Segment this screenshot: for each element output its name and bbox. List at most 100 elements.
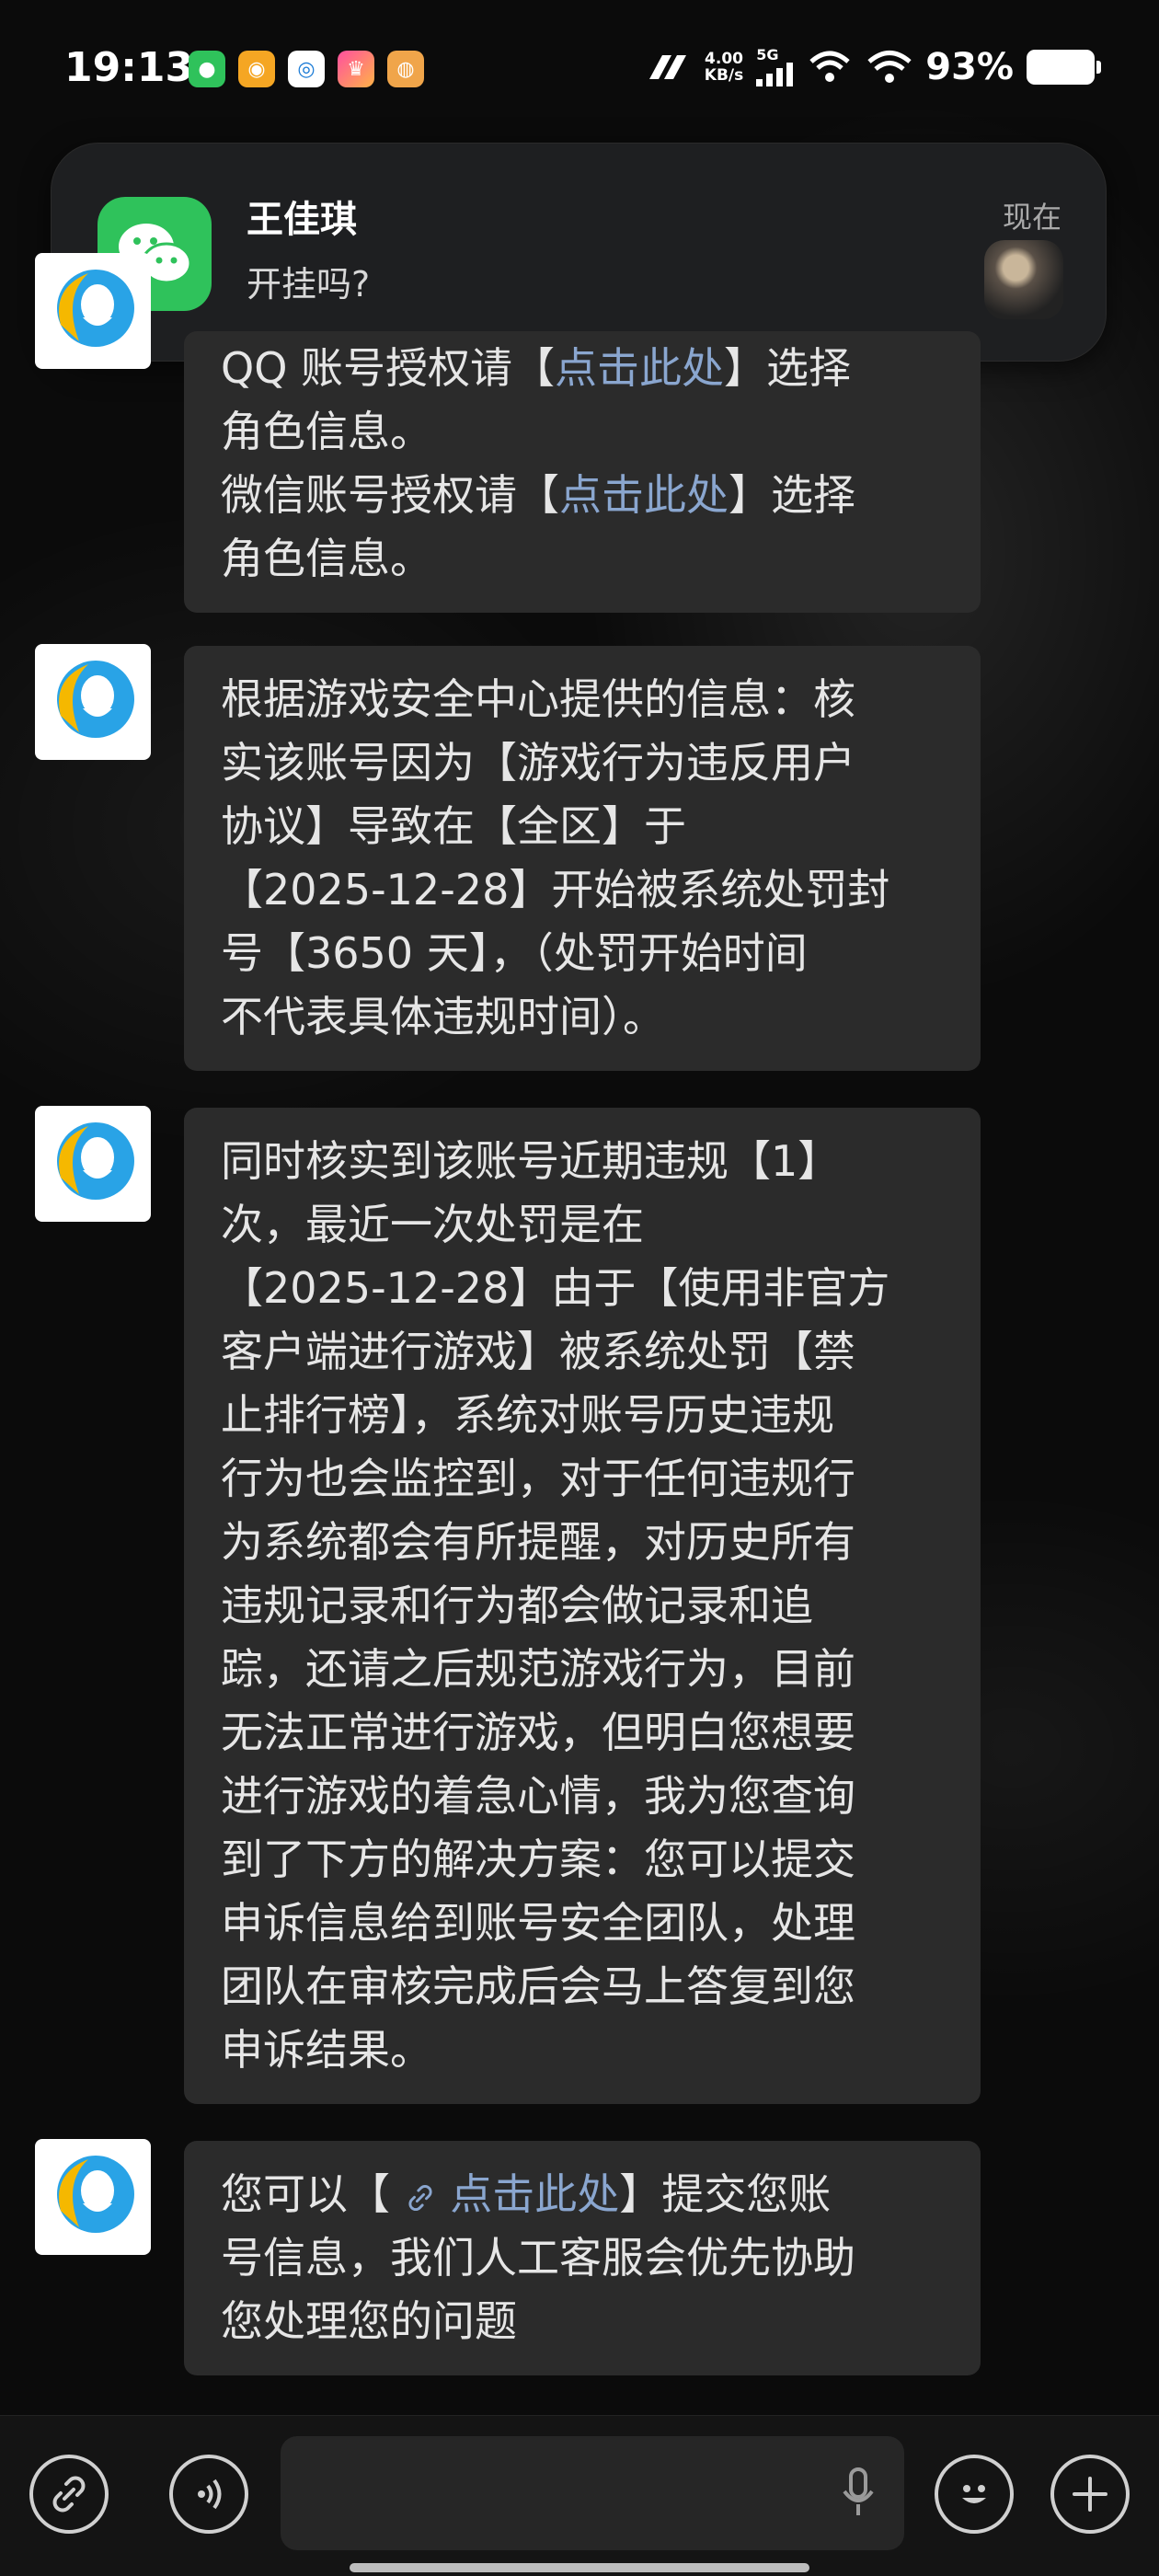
status-time: 19:13 — [64, 44, 194, 91]
battery-percent: 93% — [925, 46, 1014, 88]
status-app-icons: ● ◉ ◎ ♛ ◍ — [189, 51, 424, 87]
message-line: 协议】导致在【全区】于 — [221, 795, 944, 858]
message-text: 角色信息。 — [221, 534, 432, 583]
message-line: 团队在审核完成后会马上答复到您 — [221, 1955, 944, 2018]
sender-avatar — [984, 240, 1063, 319]
click-here-link[interactable]: 点击此处 — [559, 470, 729, 520]
message-text: 同时核实到该账号近期违规【1】 — [221, 1136, 841, 1186]
message-line: 进行游戏的着急心情，我为您查询 — [221, 1765, 944, 1828]
message-bubble: 您可以【 点击此处】提交您账号信息，我们人工客服会优先协助 您处理您的问题 — [184, 2141, 981, 2375]
qq-bot-avatar[interactable] — [35, 644, 151, 760]
message-line: 踪，还请之后规范游戏行为，目前 — [221, 1638, 944, 1701]
qq-bot-avatar[interactable] — [35, 253, 151, 369]
message-line: 止排行榜】，系统对账号历史违规 — [221, 1384, 944, 1447]
emoji-icon — [962, 2485, 986, 2503]
message-line: 根据游戏安全中心提供的信息：核 — [221, 668, 944, 731]
message-line: QQ 账号授权请【点击此处】选择 — [221, 337, 944, 400]
network-type: 5G — [756, 46, 779, 63]
message-line: 角色信息。 — [221, 400, 944, 464]
message-text: 】提交您账 — [619, 2169, 832, 2219]
click-here-link[interactable]: 点击此处 — [450, 2169, 619, 2219]
message-text: 您处理您的问题 — [221, 2296, 517, 2346]
qq-bot-avatar[interactable] — [35, 1106, 151, 1222]
message-line: 微信账号授权请【点击此处】选择 — [221, 464, 944, 527]
message-text: 团队在审核完成后会马上答复到您 — [221, 1961, 855, 2011]
message-bubble: 根据游戏安全中心提供的信息：核实该账号因为【游戏行为违反用户 协议】导致在【全区】… — [184, 646, 981, 1071]
input-bar — [0, 2415, 1159, 2576]
network-speed: 4.00 KB/s — [705, 51, 743, 84]
message-text: 协议】导致在【全区】于 — [221, 801, 686, 851]
message-text: 到了下方的解决方案：您可以提交 — [221, 1834, 855, 1884]
message-text: 实该账号因为【游戏行为违反用户 — [221, 738, 855, 788]
voice-button[interactable] — [169, 2455, 248, 2534]
status-right: 4.00 KB/s 5G 93% — [646, 46, 1101, 88]
message-text: 微信账号授权请【 — [221, 470, 559, 520]
message-text: 不代表具体违规时间）。 — [221, 992, 665, 1041]
message-bubble: 同时核实到该账号近期违规【1】次，最近一次处罚是在 【2025-12-28】由于【… — [184, 1108, 981, 2104]
message-line: 同时核实到该账号近期违规【1】 — [221, 1130, 944, 1193]
notification-banner[interactable]: 王佳琪 开挂吗? 现在 — [51, 143, 1107, 362]
message-text: 行为也会监控到，对于任何违规行 — [221, 1454, 855, 1503]
qq-bot-avatar[interactable] — [35, 2139, 151, 2255]
message-input[interactable] — [281, 2436, 904, 2550]
message-line: 【2025-12-28】由于【使用非官方 — [221, 1257, 944, 1320]
link-icon — [52, 2476, 86, 2513]
plus-button[interactable] — [1050, 2455, 1130, 2534]
message-line: 不代表具体违规时间）。 — [221, 985, 944, 1049]
message-text: 为系统都会有所提醒，对历史所有 — [221, 1517, 855, 1567]
message-text: 】选择 — [729, 470, 855, 520]
chat-screen: 19:13 ● ◉ ◎ ♛ ◍ 4.00 KB/s 5G 93% 王佳琪 开挂吗… — [0, 0, 1159, 2576]
crown-app-icon: ♛ — [338, 51, 374, 87]
message-line: 到了下方的解决方案：您可以提交 — [221, 1828, 944, 1892]
wechat-icon: ● — [189, 51, 225, 87]
cell-signal: 5G — [756, 48, 795, 86]
message-text — [437, 2169, 451, 2219]
message-line: 为系统都会有所提醒，对历史所有 — [221, 1511, 944, 1574]
click-here-link[interactable]: 点击此处 — [555, 343, 724, 393]
hd-signal-icon — [648, 55, 686, 79]
message-line: 【2025-12-28】开始被系统处罚封 — [221, 858, 944, 922]
signal-bars-icon — [756, 63, 794, 86]
message-line: 违规记录和行为都会做记录和追 — [221, 1574, 944, 1638]
message-line: 号【3650 天】，（处罚开始时间 — [221, 922, 944, 985]
speed-value: 4.00 — [705, 50, 743, 68]
message-text: 违规记录和行为都会做记录和追 — [221, 1581, 813, 1630]
message-text: 申诉信息给到账号安全团队，处理 — [221, 1898, 855, 1948]
battery-icon — [1027, 50, 1101, 85]
voice-icon — [198, 2478, 222, 2510]
message-line: 客户端进行游戏】被系统处罚【禁 — [221, 1320, 944, 1384]
message-text: 申诉结果。 — [221, 2025, 432, 2075]
message-text: 角色信息。 — [221, 407, 432, 456]
link-button[interactable] — [29, 2455, 109, 2534]
message-text: 止排行榜】，系统对账号历史违规 — [221, 1390, 834, 1440]
mic-icon[interactable] — [840, 2466, 877, 2521]
message-line: 角色信息。 — [221, 527, 944, 591]
message-text: 无法正常进行游戏，但明白您想要 — [221, 1708, 855, 1757]
message-line: 实该账号因为【游戏行为违反用户 — [221, 731, 944, 795]
message-line: 次，最近一次处罚是在 — [221, 1193, 944, 1257]
message-text: QQ 账号授权请【 — [221, 343, 556, 393]
message-line: 申诉结果。 — [221, 2018, 944, 2082]
message-text: 【2025-12-28】开始被系统处罚封 — [221, 865, 890, 914]
message-text: 】选择 — [724, 343, 852, 393]
message-text: 您可以【 — [221, 2169, 404, 2219]
message-text: 号信息，我们人工客服会优先协助 — [221, 2233, 855, 2283]
message-line: 无法正常进行游戏，但明白您想要 — [221, 1701, 944, 1765]
message-text: 踪，还请之后规范游戏行为，目前 — [221, 1644, 855, 1694]
message-line: 您可以【 点击此处】提交您账 — [221, 2163, 944, 2226]
message-text: 进行游戏的着急心情，我为您查询 — [221, 1771, 855, 1821]
message-line: 您处理您的问题 — [221, 2290, 944, 2353]
weibo-icon: ◉ — [238, 51, 275, 87]
notification-sender: 王佳琪 — [247, 199, 357, 241]
plus-icon — [1073, 2477, 1107, 2512]
message-bubble: QQ 账号授权请【点击此处】选择 角色信息。 微信账号授权请【点击此处】选择 角色信息… — [184, 331, 981, 613]
message-text: 号【3650 天】，（处罚开始时间 — [221, 928, 808, 978]
notification-message: 开挂吗? — [247, 264, 371, 305]
notification-time: 现在 — [1002, 200, 1061, 235]
message-line: 申诉信息给到账号安全团队，处理 — [221, 1892, 944, 1955]
home-indicator[interactable] — [350, 2563, 809, 2572]
message-line: 号信息，我们人工客服会优先协助 — [221, 2226, 944, 2290]
emoji-button[interactable] — [935, 2455, 1014, 2534]
link-icon — [404, 2169, 437, 2219]
message-line: 行为也会监控到，对于任何违规行 — [221, 1447, 944, 1511]
